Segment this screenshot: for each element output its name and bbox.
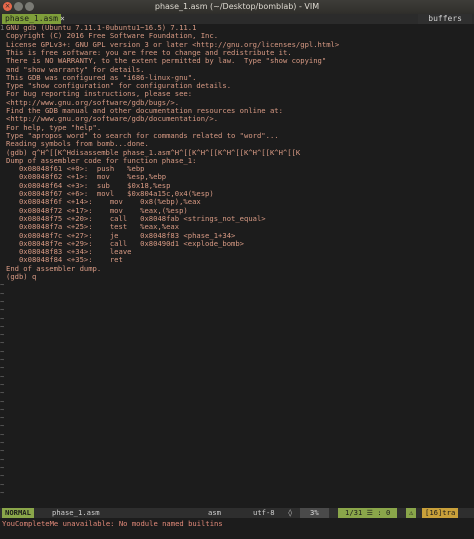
empty-line-tilde: ~	[0, 296, 5, 306]
empty-line-tilde: ~	[0, 413, 5, 423]
vim-statusline: NORMAL phase_1.asm asm utf-8 ◊ 3% 1/31 ☰…	[0, 508, 474, 518]
empty-line-tilde: ~	[0, 371, 5, 381]
command-line-message: YouCompleteMe unavailable: No module nam…	[2, 519, 223, 528]
empty-line-tilde: ~	[0, 355, 5, 364]
status-percent: 3%	[300, 508, 329, 518]
empty-line-tilde: ~	[0, 421, 5, 431]
window-titlebar: × phase_1.asm (~/Desktop/bomblab) - VIM	[0, 0, 474, 14]
mode-indicator: NORMAL	[2, 508, 34, 518]
linux-icon: ◊	[288, 508, 293, 517]
status-filename: phase_1.asm	[52, 508, 100, 517]
empty-line-tilde: ~	[0, 396, 5, 406]
window-title: phase_1.asm (~/Desktop/bomblab) - VIM	[154, 2, 320, 11]
empty-line-tilde: ~	[0, 313, 5, 323]
empty-line-tilde: ~	[0, 288, 5, 298]
status-trailing-whitespace: [16]tra	[422, 508, 459, 518]
warning-icon: ⚠	[406, 508, 417, 518]
empty-line-tilde: ~	[0, 346, 5, 356]
empty-line-tilde: ~	[0, 363, 5, 373]
status-filetype: asm	[208, 508, 221, 517]
empty-line-tilde: ~	[0, 479, 5, 489]
buffer-line: End of assembler dump.	[0, 264, 474, 273]
buffer-line-text: (gdb) q	[6, 272, 37, 281]
empty-line-tilde: ~	[0, 321, 5, 331]
empty-line-tilde: ~	[0, 429, 5, 439]
empty-line-tilde: ~	[0, 404, 5, 414]
empty-line-tilde: ~	[0, 454, 5, 464]
empty-line-tilde: ~	[0, 338, 5, 348]
empty-line-tilde: ~	[0, 379, 5, 389]
editor-area[interactable]: 1 GNU gdb (Ubuntu 7.11.1-0ubuntu1~16.5) 7…	[0, 23, 474, 506]
buffer-line: (gdb) q	[0, 272, 474, 281]
empty-line-tilde: ~	[0, 446, 5, 456]
empty-line-tilde: ~	[0, 438, 5, 447]
empty-line-tilde: ~	[0, 471, 5, 481]
buffers-indicator[interactable]: buffers	[418, 14, 472, 24]
empty-line-tilde: ~	[0, 388, 5, 398]
empty-line-tilde: ~	[0, 280, 5, 290]
status-encoding: utf-8	[253, 508, 275, 517]
empty-line-tilde: ~	[0, 330, 5, 340]
empty-line-tilde: ~	[0, 462, 5, 472]
empty-line-tilde: ~	[0, 487, 5, 497]
status-position: 1/31 ☰ : 0	[338, 508, 398, 518]
empty-line-tilde: ~	[0, 305, 5, 315]
